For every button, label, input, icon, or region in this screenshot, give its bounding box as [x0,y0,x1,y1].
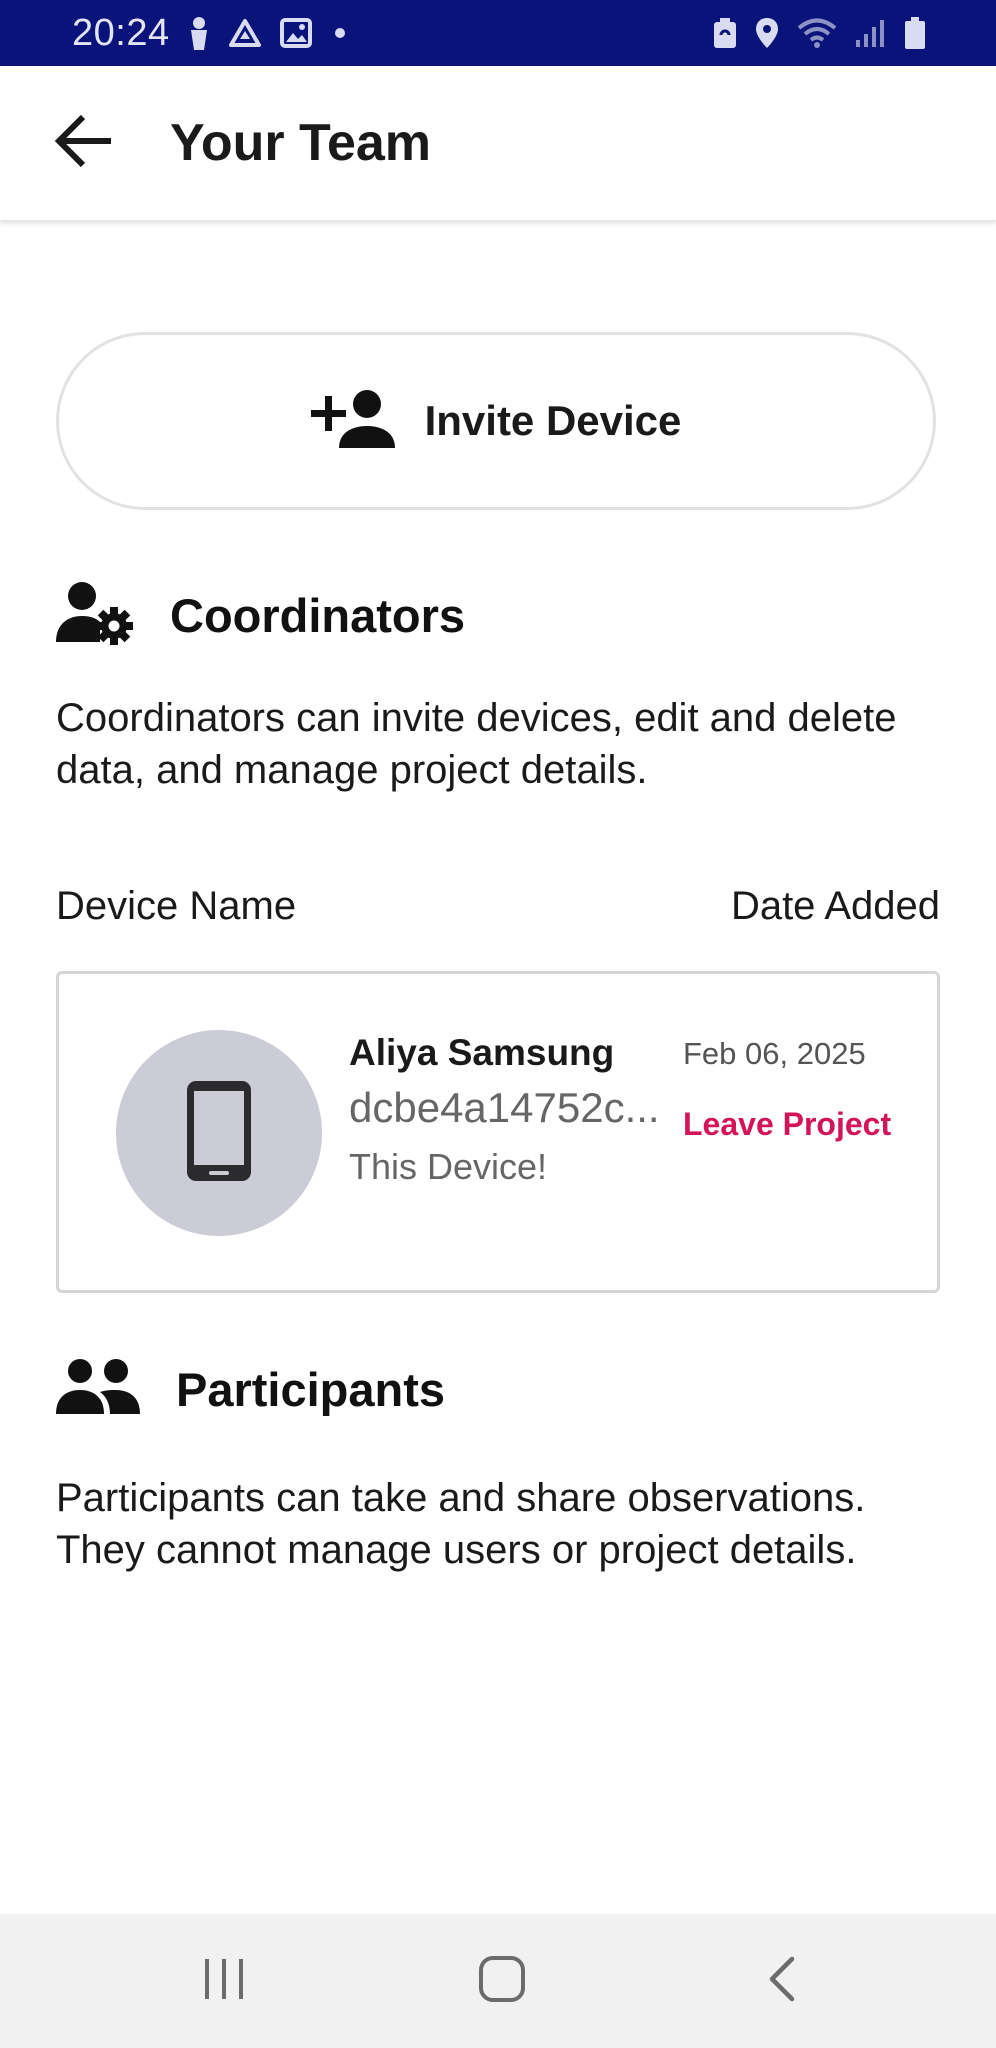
battery-icon [904,16,926,50]
user-gear-icon [56,580,134,651]
dot-icon [330,23,350,43]
this-device-note: This Device! [349,1146,548,1187]
person-pin-icon [188,16,210,50]
back-button[interactable] [44,108,124,178]
home-button[interactable] [442,1914,562,2048]
status-bar: 20:24 [0,0,996,66]
participants-header: Participants [56,1358,445,1421]
arrow-left-icon [53,113,115,174]
invite-device-button[interactable]: Invite Device [56,332,936,510]
participants-title: Participants [176,1363,446,1416]
signal-icon [854,18,888,48]
battery-saver-icon [712,17,738,49]
location-icon [754,16,780,50]
group-icon [56,1358,140,1421]
page-title: Your Team [170,114,432,172]
recent-apps-button[interactable] [164,1914,284,2048]
leave-project-link[interactable]: Leave Project [683,1106,891,1143]
device-date-added: Feb 06, 2025 [683,1036,866,1071]
date-added-column-header: Date Added [730,884,940,928]
invite-device-label: Invite Device [424,397,682,444]
system-nav-bar [0,1914,996,2048]
coordinators-title: Coordinators [170,589,466,642]
participants-description: Participants can take and share observat… [56,1476,866,1572]
status-time: 20:24 [72,11,170,54]
system-back-button[interactable] [722,1914,842,2048]
device-avatar [116,1030,322,1236]
device-id: dcbe4a14752c... [349,1084,660,1131]
coordinators-description: Coordinators can invite devices, edit an… [56,696,897,792]
back-chevron-icon [765,1955,799,2008]
smartphone-icon [185,1079,253,1188]
person-add-icon [310,388,397,455]
app-bar: Your Team [0,66,996,221]
drive-icon [228,18,262,48]
device-name: Aliya Samsung [349,1032,615,1073]
coordinators-header: Coordinators [56,580,465,651]
device-name-column-header: Device Name [56,884,297,928]
device-card[interactable]: Aliya Samsung dcbe4a14752c... This Devic… [56,971,940,1293]
wifi-icon [796,17,838,49]
recent-apps-icon [202,1957,246,2006]
image-icon [279,18,312,48]
status-left-group: 20:24 [72,0,350,66]
home-icon [478,1955,526,2008]
status-right-group [712,0,926,66]
